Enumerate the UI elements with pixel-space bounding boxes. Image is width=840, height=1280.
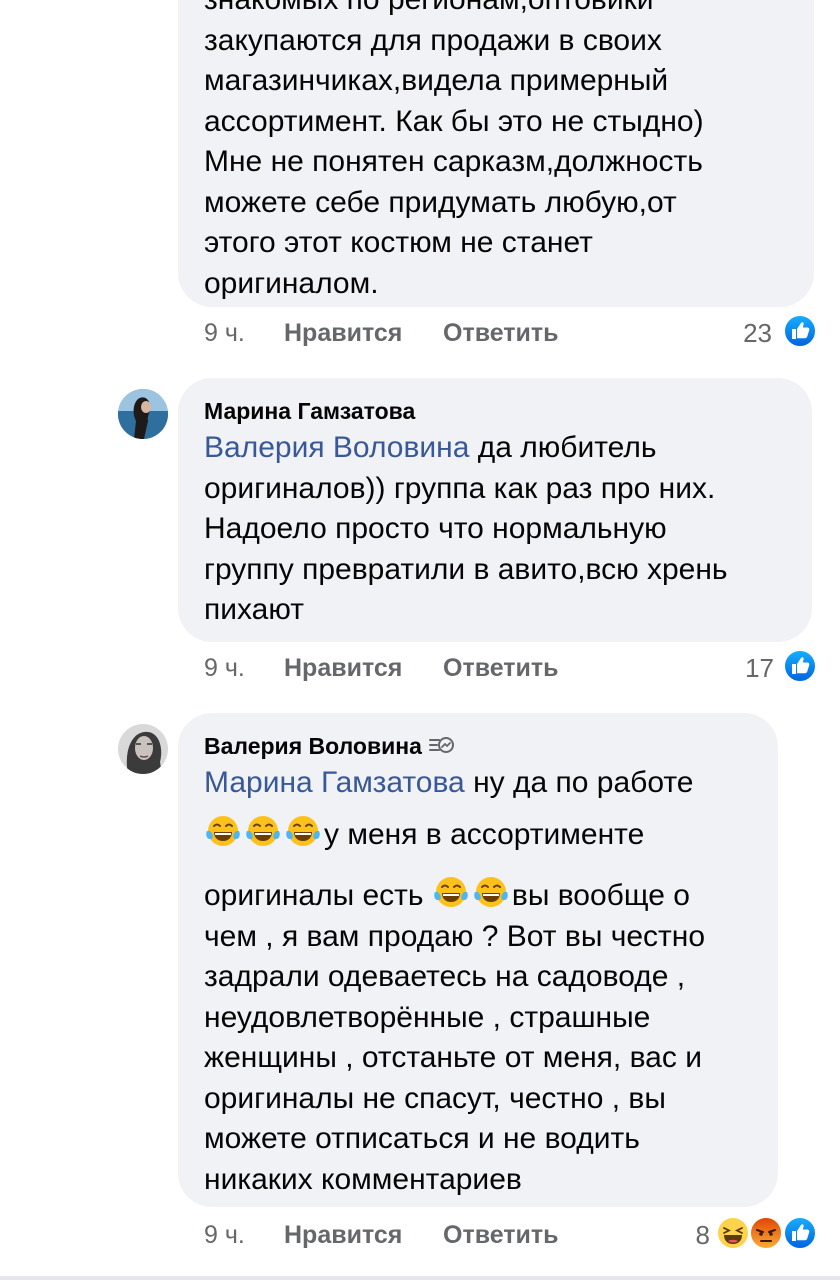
reply-button[interactable]: Ответить (443, 1221, 559, 1250)
bottom-divider (0, 1276, 840, 1280)
comment-bubble: Марина Гамзатова Валерия Воловина да люб… (178, 378, 812, 642)
comment-time[interactable]: 9 ч. (204, 654, 245, 683)
comment-text: Валерия Воловина да любитель оригиналов)… (204, 431, 728, 626)
haha-icon[interactable] (716, 1216, 750, 1250)
tears-of-joy-emoji (432, 873, 470, 911)
like-button[interactable]: Нравится (284, 1221, 402, 1250)
like-icon[interactable] (783, 1216, 817, 1250)
like-icon[interactable] (783, 314, 817, 348)
comment-text: Марина Гамзатова ну да по работе у меня … (204, 766, 706, 1196)
messenger-icon (428, 737, 454, 753)
comment-text: знакомых по регионам,оптовики закупаются… (204, 0, 704, 300)
comment-author[interactable]: Валерия Воловина (204, 733, 454, 760)
tears-of-joy-emoji (244, 812, 282, 850)
comment-time[interactable]: 9 ч. (204, 1221, 245, 1250)
tears-of-joy-emoji (472, 873, 510, 911)
avatar[interactable] (118, 724, 168, 774)
tears-of-joy-emoji (284, 812, 322, 850)
angry-icon[interactable] (749, 1216, 783, 1250)
avatar[interactable] (118, 389, 168, 439)
like-icon[interactable] (783, 649, 817, 683)
like-button[interactable]: Нравится (284, 654, 402, 683)
comment-bubble: Валерия Воловина Марина Гамзатова ну да … (178, 713, 778, 1207)
mention-link[interactable]: Валерия Воловина (204, 431, 469, 464)
reaction-count[interactable]: 17 (720, 653, 774, 684)
reaction-count[interactable]: 23 (720, 318, 772, 349)
tears-of-joy-emoji (204, 812, 242, 850)
comment-meta: 9 ч. Нравится Ответить (204, 319, 604, 349)
comment-author[interactable]: Марина Гамзатова (204, 398, 415, 425)
comment-bubble: знакомых по регионам,оптовики закупаются… (178, 0, 814, 307)
like-button[interactable]: Нравится (284, 319, 402, 348)
comment-meta: 9 ч. Нравится Ответить (204, 1221, 604, 1251)
reply-button[interactable]: Ответить (443, 319, 559, 348)
mention-link[interactable]: Марина Гамзатова (204, 766, 465, 799)
comment-time[interactable]: 9 ч. (204, 319, 245, 348)
comment-meta: 9 ч. Нравится Ответить (204, 654, 604, 684)
reply-button[interactable]: Ответить (443, 654, 559, 683)
reaction-count[interactable]: 8 (670, 1220, 710, 1251)
